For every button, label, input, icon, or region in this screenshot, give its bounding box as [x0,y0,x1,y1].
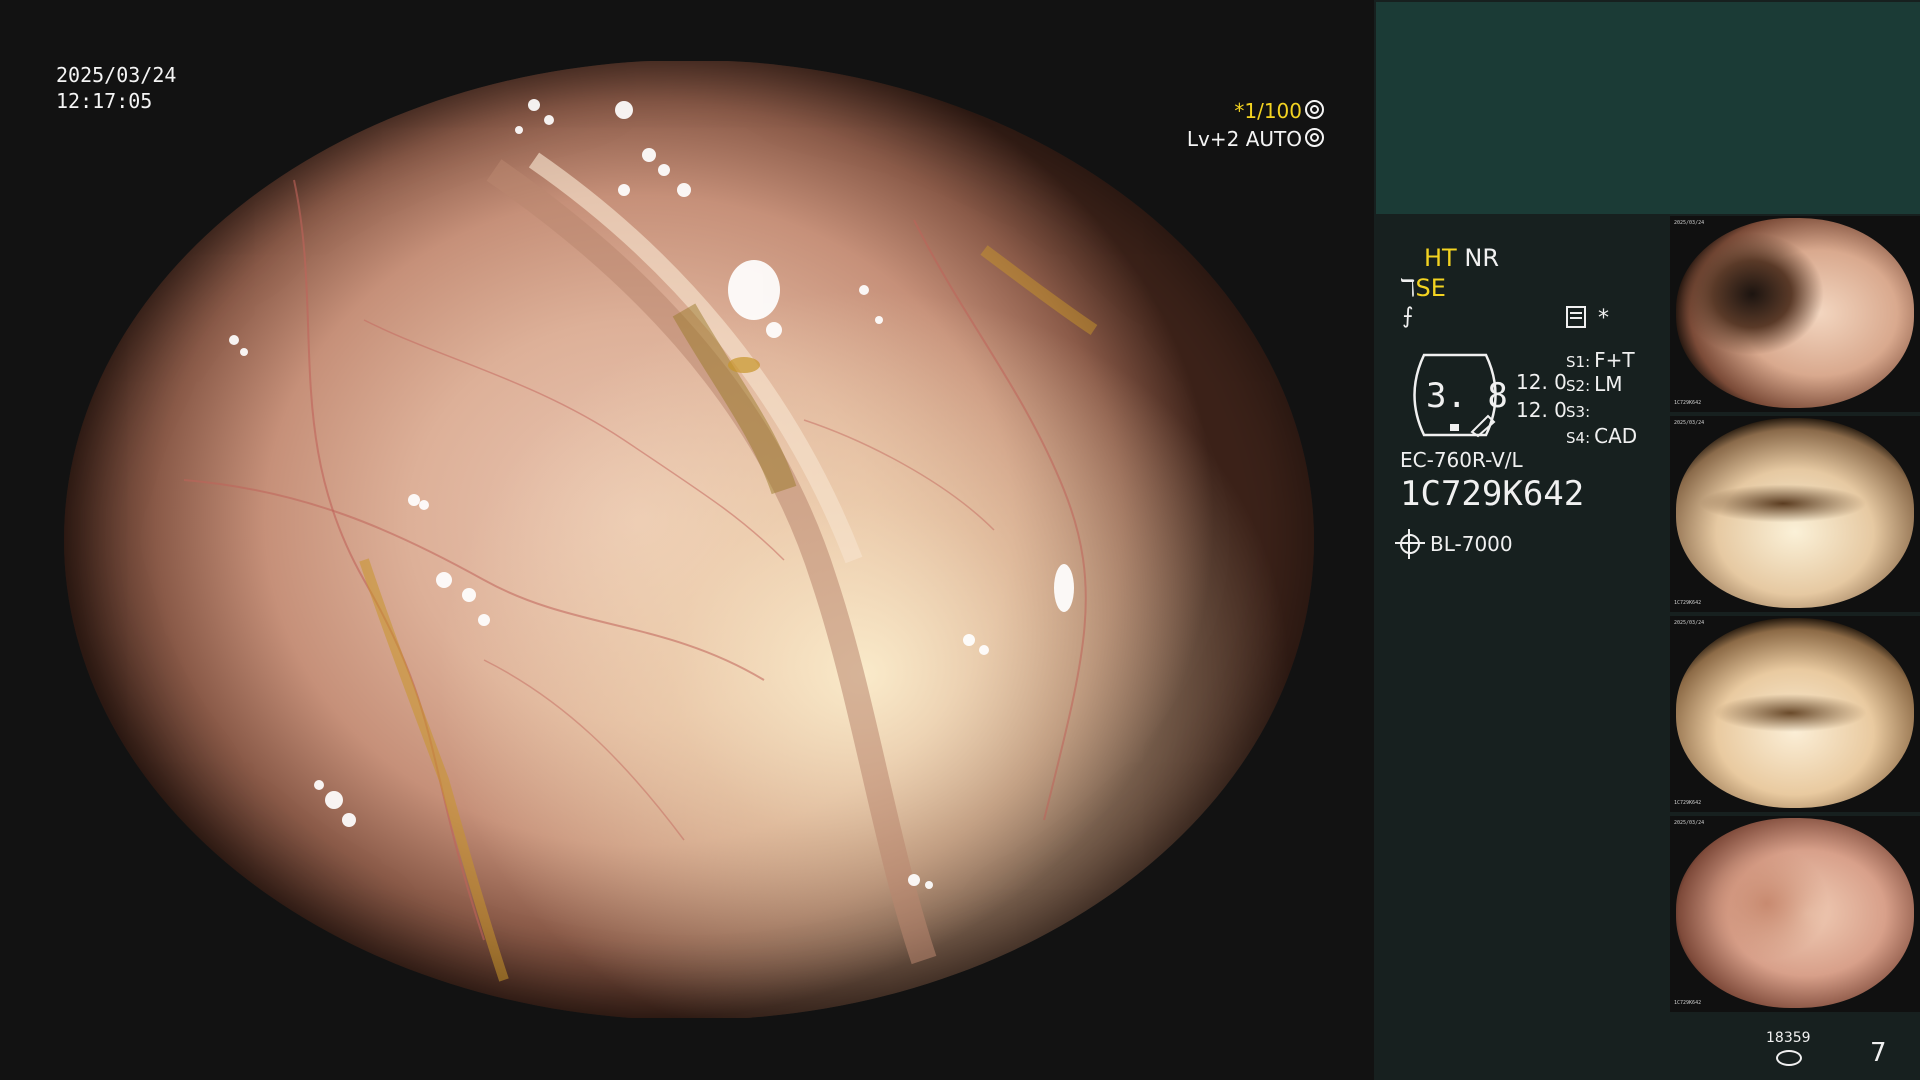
menu-icons: * [1566,306,1609,331]
scope-info-area: HT NR ℸSE ⨍ * 3. 8 12. 0 12. 0 S1: F+T S2… [1374,216,1670,1080]
nr-label: NR [1464,244,1499,272]
thumbnail-date: 2025/03/24 [1674,220,1705,226]
thumbnail-serial: 1C729K642 [1674,1000,1702,1006]
mode-text: AUTO [1245,127,1302,151]
thumbnail-serial: 1C729K642 [1674,400,1702,406]
switch-1-key: S1: [1566,353,1591,371]
switch-1-value: F+T [1594,348,1635,372]
gauge-value-2: 12. 0 [1516,398,1567,422]
auto-iris-icon [1305,128,1324,147]
thumbnail-4[interactable]: 2025/03/24 1C729K642 [1670,816,1920,1012]
captured-thumbnails: 2025/03/24 1C729K642 2025/03/24 1C729K64… [1670,216,1920,1016]
datetime-overlay: 2025/03/24 12:17:05 [56,62,176,114]
date-text: 2025/03/24 [56,63,177,87]
live-endoscope-view: 2025/03/24 12:17:05 *1/100 Lv+2 AUTO [0,0,1374,1080]
se-row: ℸSE [1400,274,1446,302]
time-text: 12:17:05 [56,89,153,113]
disk-icon [1776,1050,1802,1066]
switch-1: S1: F+T [1566,348,1635,372]
mucosa-texture [183,99,1098,982]
thumbnail-2[interactable]: 2025/03/24 1C729K642 [1670,416,1920,612]
shutter-prefix: * [1234,99,1245,123]
menu-icon [1566,306,1586,328]
thumbnail-image [1676,618,1914,808]
switch-4-value: CAD [1594,424,1638,448]
thumbnail-image [1676,218,1914,408]
ht-label: HT [1424,244,1457,272]
endoscopy-screen: 2025/03/24 12:17:05 *1/100 Lv+2 AUTO HT … [0,0,1920,1080]
scope-model: EC-760R-V/L [1400,448,1523,472]
image-counter: 18359 [1766,1030,1811,1046]
aperture-icon [1305,100,1324,119]
thumbnail-3[interactable]: 2025/03/24 1C729K642 [1670,616,1920,812]
level-text: Lv+2 [1186,127,1240,151]
switch-2-key: S2: [1566,377,1591,395]
gauge-value: 3. 8 [1426,376,1508,416]
gauge-value-1: 12. 0 [1516,370,1567,394]
view-mask-top [0,0,1374,61]
ht-nr-row: HT NR [1424,244,1499,272]
freeze-icon: ⨍ [1402,304,1414,329]
scope-serial: 1C729K642 [1400,474,1585,514]
switch-4-key: S4: [1566,429,1591,447]
level-overlay: Lv+2 AUTO [1187,126,1324,152]
thumbnail-image [1676,418,1914,608]
switch-2: S2: LM [1566,372,1623,396]
switch-2-value: LM [1594,372,1623,396]
switch-3-key: S3: [1566,403,1591,421]
page-number: 7 [1870,1038,1887,1068]
thumbnail-serial: 1C729K642 [1674,800,1702,806]
enhance-icon: ℸ [1400,274,1416,302]
thumbnail-image [1676,818,1914,1008]
switch-3: S3: [1566,398,1594,422]
thumbnail-date: 2025/03/24 [1674,820,1705,826]
sun-icon [1395,529,1425,559]
thumbnail-date: 2025/03/24 [1674,620,1705,626]
thumbnail-1[interactable]: 2025/03/24 1C729K642 [1670,216,1920,412]
thumbnail-date: 2025/03/24 [1674,420,1705,426]
star-label: * [1598,306,1609,331]
panel-top-box [1376,2,1920,214]
view-mask-bottom [0,1018,1374,1080]
shutter-overlay: *1/100 [1234,98,1324,124]
shutter-value: 1/100 [1244,99,1302,123]
light-source: BL-7000 [1430,532,1513,556]
se-label: SE [1415,274,1446,302]
thumbnail-serial: 1C729K642 [1674,600,1702,606]
light-source-row: BL-7000 [1395,529,1513,559]
switch-4: S4: CAD [1566,424,1637,448]
endoscope-image [64,60,1314,1020]
